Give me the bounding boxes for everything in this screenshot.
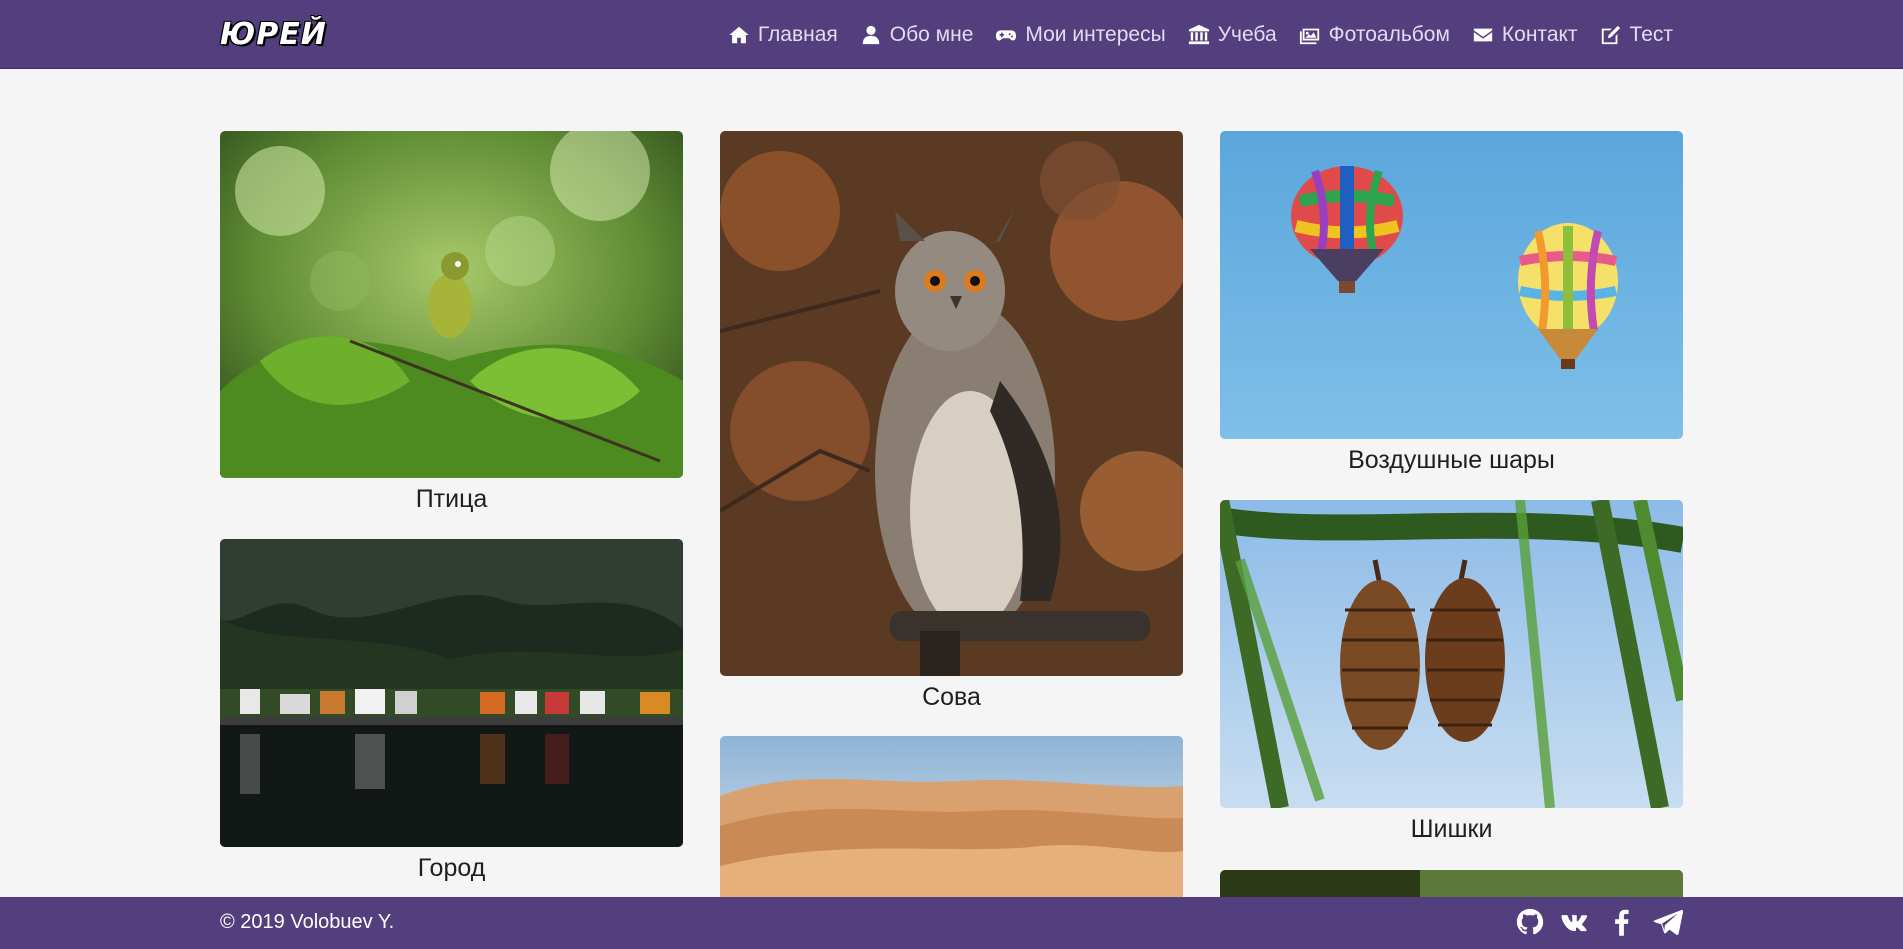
nav-item-interests[interactable]: Мои интересы [995, 22, 1166, 47]
photo-partial[interactable] [1220, 870, 1683, 897]
photo-card: Сова [720, 131, 1183, 712]
balloons-photo-image [1220, 131, 1683, 439]
photo-card: Город [220, 539, 683, 883]
photo-card: Птица [220, 131, 683, 514]
copyright-text: © 2019 Volobuev Y. [220, 911, 395, 933]
main-nav: Главная Обо мне Мои интересы Учеба Фотоа… [728, 0, 1673, 69]
photo-bird[interactable] [220, 131, 683, 478]
nav-item-study[interactable]: Учеба [1188, 23, 1277, 47]
photo-pinecones[interactable] [1220, 500, 1683, 808]
vk-link[interactable] [1561, 907, 1591, 937]
social-links [1515, 907, 1684, 937]
photo-card [1220, 870, 1683, 897]
nav-item-label: Обо мне [889, 22, 974, 46]
photo-balloons[interactable] [1220, 131, 1683, 439]
green-photo-image [1220, 870, 1683, 897]
nav-item-label: Контакт [1501, 22, 1578, 46]
photo-caption: Шишки [1410, 815, 1493, 843]
home-icon [729, 26, 749, 43]
owl-photo-image [720, 131, 1183, 676]
photo-owl[interactable] [720, 131, 1183, 676]
nav-item-test[interactable]: Тест [1600, 23, 1673, 47]
desert-photo-image [720, 736, 1183, 897]
university-icon [1188, 24, 1209, 44]
nav-item-photoalbum[interactable]: Фотоальбом [1299, 23, 1450, 47]
github-icon [1516, 908, 1544, 935]
city-photo-image [220, 539, 683, 847]
github-link[interactable] [1515, 907, 1545, 937]
photo-card: Шишки [1220, 500, 1683, 844]
photo-caption: Воздушные шары [1348, 446, 1555, 474]
edit-icon [1601, 25, 1620, 44]
user-icon [862, 25, 880, 44]
nav-item-label: Тест [1629, 22, 1673, 46]
envelope-icon [1473, 28, 1493, 41]
facebook-icon [1615, 909, 1629, 936]
photo-caption: Птица [415, 485, 488, 513]
telegram-link[interactable] [1653, 907, 1684, 937]
photo-caption: Город [417, 854, 486, 882]
photo-caption: Сова [922, 683, 981, 711]
navbar: ЮРЕЙ Главная Обо мне Мои интересы Учеба … [0, 0, 1903, 69]
photo-city[interactable] [220, 539, 683, 847]
photo-card: Воздушные шары [1220, 131, 1683, 475]
images-icon [1299, 28, 1319, 44]
nav-item-label: Учеба [1217, 22, 1277, 46]
facebook-link[interactable] [1607, 907, 1637, 937]
nav-item-label: Мои интересы [1025, 22, 1166, 46]
gamepad-icon [996, 29, 1017, 40]
footer: © 2019 Volobuev Y. [0, 897, 1903, 949]
photo-card [720, 736, 1183, 897]
pinecones-photo-image [1220, 500, 1683, 808]
bird-photo-image [220, 131, 683, 478]
nav-item-home[interactable]: Главная [728, 23, 838, 47]
telegram-icon [1653, 909, 1684, 935]
brand-logo[interactable]: ЮРЕЙ [220, 17, 327, 52]
vk-icon [1561, 915, 1588, 932]
nav-item-label: Фотоальбом [1328, 22, 1450, 46]
nav-item-about[interactable]: Обо мне [860, 22, 974, 47]
photo-desert[interactable] [720, 736, 1183, 897]
nav-item-contact[interactable]: Контакт [1472, 23, 1578, 47]
nav-item-label: Главная [757, 22, 838, 46]
